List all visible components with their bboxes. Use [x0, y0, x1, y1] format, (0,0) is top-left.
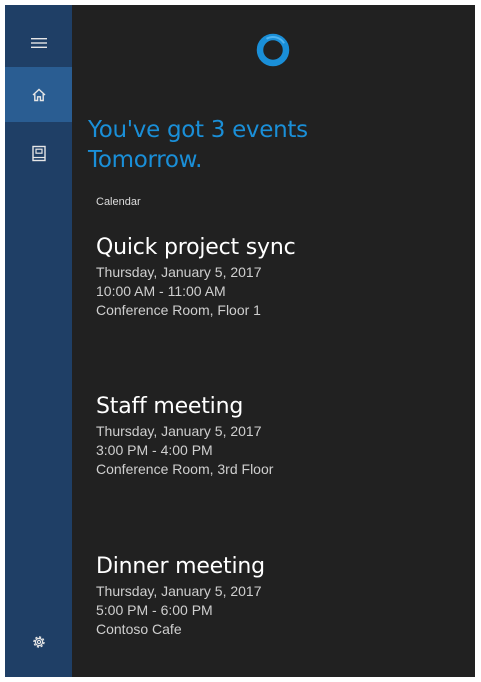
event-time: 10:00 AM - 11:00 AM: [96, 283, 226, 299]
calendar-event[interactable]: Dinner meeting Thursday, January 5, 2017…: [96, 552, 466, 639]
hamburger-menu-button[interactable]: [5, 18, 72, 68]
cortana-ring-icon: [255, 32, 291, 68]
event-title: Quick project sync: [96, 235, 296, 260]
headline-line-1: You've got 3 events: [88, 117, 308, 143]
calendar-event[interactable]: Quick project sync Thursday, January 5, …: [96, 233, 466, 320]
home-icon: [31, 87, 47, 103]
event-location: Conference Room, Floor 1: [96, 302, 261, 318]
gear-icon: [31, 634, 47, 650]
event-date: Thursday, January 5, 2017: [96, 423, 262, 439]
event-title: Staff meeting: [96, 394, 244, 419]
sidebar-item-settings[interactable]: [5, 617, 72, 667]
calendar-source-label: Calendar: [96, 196, 141, 208]
main-panel: You've got 3 events Tomorrow. Calendar Q…: [72, 5, 475, 677]
event-location: Conference Room, 3rd Floor: [96, 461, 274, 477]
event-date: Thursday, January 5, 2017: [96, 264, 262, 280]
hamburger-menu-icon: [30, 37, 47, 49]
calendar-event[interactable]: Staff meeting Thursday, January 5, 2017 …: [96, 392, 466, 479]
event-date: Thursday, January 5, 2017: [96, 583, 262, 599]
sidebar-item-notebook[interactable]: [5, 128, 72, 178]
sidebar-item-home[interactable]: [5, 67, 72, 122]
notebook-icon: [31, 145, 47, 162]
event-time: 5:00 PM - 6:00 PM: [96, 602, 213, 618]
headline-line-2: Tomorrow.: [88, 147, 203, 173]
cortana-window: You've got 3 events Tomorrow. Calendar Q…: [5, 5, 475, 677]
sidebar: [5, 5, 72, 677]
event-time: 3:00 PM - 4:00 PM: [96, 442, 213, 458]
event-title: Dinner meeting: [96, 554, 265, 579]
cortana-headline: You've got 3 events Tomorrow.: [88, 115, 468, 175]
event-location: Contoso Cafe: [96, 621, 182, 637]
